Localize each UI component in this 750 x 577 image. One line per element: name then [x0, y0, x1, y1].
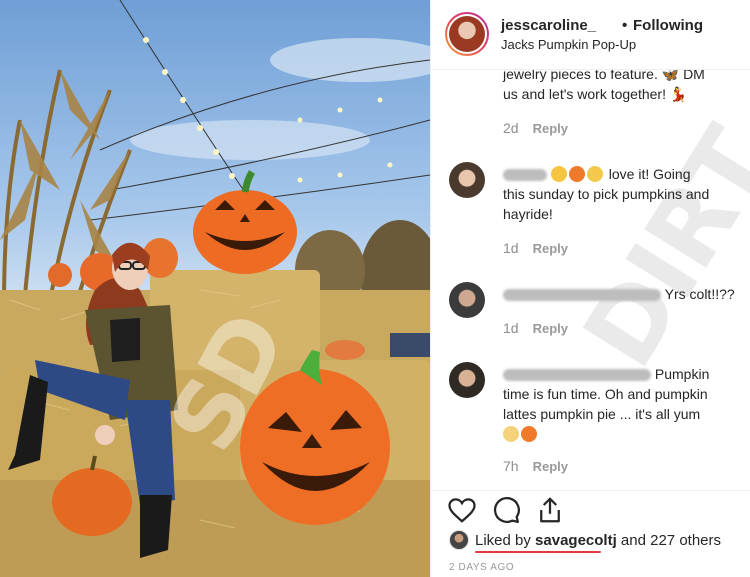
likes-summary[interactable]: Liked by savagecoltj and 227 others	[449, 530, 721, 552]
comment-text: this sunday to pick pumpkins and	[503, 186, 710, 202]
reply-button[interactable]: Reply	[533, 121, 568, 136]
liker-username[interactable]: savagecoltj	[535, 532, 617, 549]
share-icon[interactable]	[535, 495, 565, 525]
comment-time: 1d	[503, 240, 519, 256]
commenter-avatar[interactable]	[449, 362, 485, 398]
comment-text: time is fun time. Oh and pumpkin	[503, 386, 708, 402]
comment-meta: 2d Reply	[503, 120, 568, 136]
blurred-username	[503, 369, 651, 382]
liker-avatar	[449, 530, 469, 550]
comment-time: 7h	[503, 458, 519, 474]
comment-text: love it! Going	[503, 164, 691, 184]
panel-watermark: DIRT	[560, 110, 750, 387]
comment-text: us and let's work together! 💃	[503, 86, 688, 102]
comment-text: hayride!	[503, 206, 553, 222]
action-bar	[431, 490, 750, 530]
blurred-username	[503, 169, 547, 182]
post-timestamp: 2 DAYS AGO	[449, 562, 515, 573]
emoji-icon	[586, 166, 603, 182]
comment-time: 2d	[503, 120, 519, 136]
comment-meta: 1d Reply	[503, 240, 568, 256]
pie-emoji-icon	[503, 426, 519, 442]
pumpkin-emoji-icon	[521, 426, 537, 442]
blurred-username	[503, 289, 661, 302]
comment-emojis	[503, 424, 539, 444]
comment-time: 1d	[503, 320, 519, 336]
comment-icon[interactable]	[491, 495, 521, 525]
following-button[interactable]: Following	[633, 17, 703, 34]
comment-text: lattes pumpkin pie ... it's all yum	[503, 406, 701, 422]
reply-button[interactable]: Reply	[533, 321, 568, 336]
post-photo: SD	[0, 0, 430, 577]
heart-icon[interactable]	[447, 495, 477, 525]
header-separator: •	[622, 17, 628, 34]
commenter-avatar[interactable]	[449, 162, 485, 198]
pumpkin-emoji-icon	[568, 166, 585, 182]
reply-button[interactable]: Reply	[533, 241, 568, 256]
comments-list: DIRT jewelry pieces to feature. 🦋 DM us …	[431, 70, 750, 490]
comment-meta: 7h Reply	[503, 458, 568, 474]
post-sidebar: jesscaroline_ • Following Jacks Pumpkin …	[430, 0, 750, 577]
highlight-underline	[475, 551, 601, 553]
author-username[interactable]: jesscaroline_	[501, 17, 596, 34]
photo-scene	[0, 0, 430, 577]
commenter-avatar[interactable]	[449, 282, 485, 318]
comment-text: Yrs colt!!??	[503, 284, 735, 304]
emoji-icon	[550, 166, 567, 182]
reply-button[interactable]: Reply	[533, 459, 568, 474]
author-avatar[interactable]	[445, 12, 489, 56]
post-header: jesscaroline_ • Following Jacks Pumpkin …	[431, 0, 750, 70]
comment-text: Pumpkin	[503, 364, 709, 384]
comment-text: jewelry pieces to feature. 🦋 DM	[503, 70, 705, 82]
post-location[interactable]: Jacks Pumpkin Pop-Up	[501, 37, 636, 52]
comment-meta: 1d Reply	[503, 320, 568, 336]
